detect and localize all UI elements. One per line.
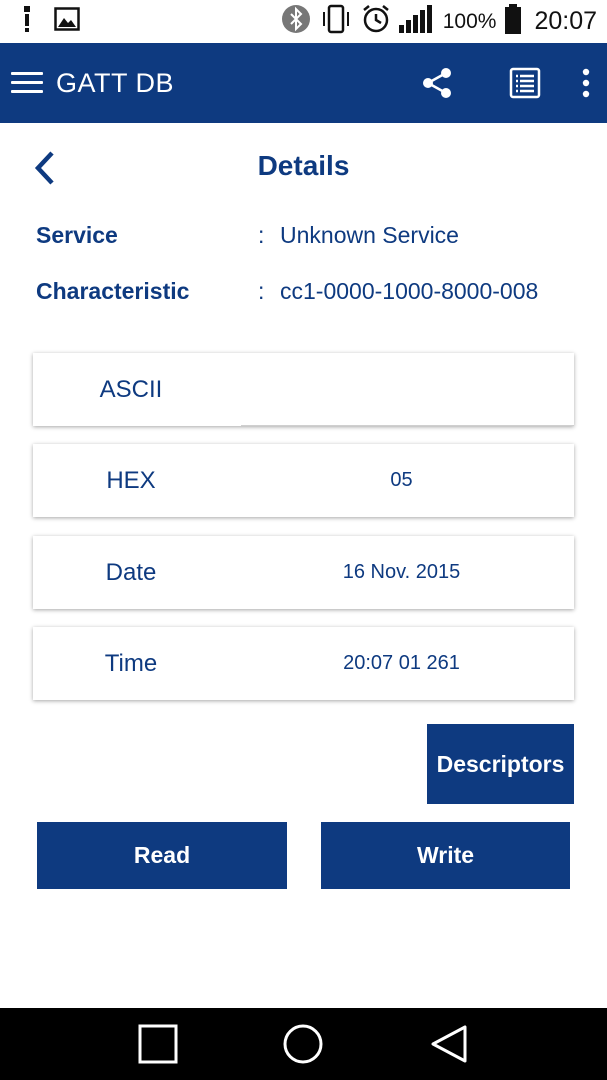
time-value: 20:07 01 261: [343, 652, 460, 674]
service-value: Unknown Service: [280, 222, 459, 248]
characteristic-value[interactable]: cc1-0000-1000-8000-008: [280, 278, 570, 312]
characteristic-row: Characteristic : cc1-0000-1000-8000-008: [36, 278, 570, 312]
more-vert-icon[interactable]: [579, 43, 593, 123]
menu-icon[interactable]: [11, 72, 43, 94]
hex-value: 05: [390, 469, 413, 491]
ascii-label: ASCII: [99, 375, 163, 403]
back-icon[interactable]: [419, 1014, 479, 1074]
page-title: Details: [257, 150, 350, 181]
ascii-card: ASCII: [33, 353, 574, 426]
service-row: Service : Unknown Service: [36, 222, 570, 256]
characteristic-label: Characteristic: [36, 278, 190, 304]
navigation-bar: [0, 1008, 607, 1080]
list-icon[interactable]: [507, 43, 543, 123]
hex-label: HEX: [106, 466, 156, 494]
ascii-input[interactable]: [241, 353, 574, 426]
alarm-icon: [361, 4, 391, 40]
time-card: Time 20:07 01 261: [33, 627, 574, 700]
date-card: Date 16 Nov. 2015: [33, 536, 574, 609]
signal-icon: [398, 4, 435, 39]
read-button[interactable]: Read: [37, 822, 287, 889]
descriptors-button[interactable]: Descriptors: [427, 724, 574, 804]
bluetooth-icon: [281, 4, 311, 40]
battery-icon: [504, 3, 522, 40]
flashlight-icon: [22, 6, 32, 37]
battery-percent: 100%: [442, 9, 497, 33]
service-label: Service: [36, 222, 118, 248]
app-bar: GATT DB: [0, 43, 607, 123]
date-value: 16 Nov. 2015: [342, 561, 461, 583]
vibrate-icon: [319, 4, 353, 40]
recent-apps-icon[interactable]: [128, 1014, 188, 1074]
hex-card: HEX 05: [33, 444, 574, 517]
image-icon: [54, 7, 80, 36]
time-label: Time: [104, 649, 158, 677]
share-icon[interactable]: [417, 43, 457, 123]
characteristic-colon: :: [258, 278, 265, 304]
write-button[interactable]: Write: [321, 822, 570, 889]
home-icon[interactable]: [273, 1014, 333, 1074]
date-label: Date: [105, 558, 157, 586]
status-bar: 100% 20:07: [0, 0, 607, 43]
app-title: GATT DB: [56, 67, 175, 98]
service-colon: :: [258, 222, 265, 248]
status-time: 20:07: [534, 7, 597, 35]
